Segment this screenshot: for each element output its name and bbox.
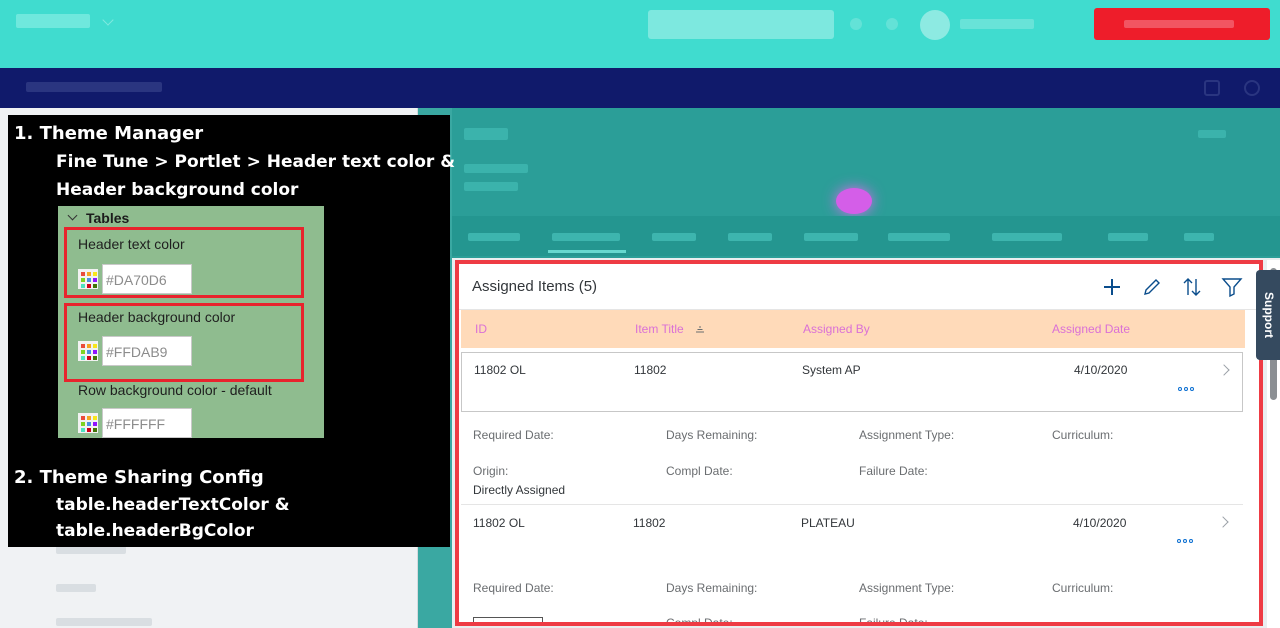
notifications-icon[interactable]: [886, 18, 898, 30]
days-remaining-label: Days Remaining:: [666, 428, 758, 442]
column-header-item-title[interactable]: Item Title: [635, 322, 705, 337]
add-icon: [1104, 279, 1120, 295]
more-options-icon[interactable]: [1178, 378, 1200, 391]
settings-icon[interactable]: [1204, 80, 1220, 96]
chevron-down-icon[interactable]: [67, 210, 78, 221]
origin-value: Directly Assigned: [473, 483, 566, 497]
sort-ascending-icon: [695, 323, 705, 337]
proxy-button[interactable]: [1094, 8, 1270, 40]
sort-button[interactable]: [1180, 275, 1204, 299]
tab[interactable]: [804, 233, 858, 241]
header-info: [464, 182, 518, 191]
tab[interactable]: [1184, 233, 1214, 241]
step2-title: 2. Theme Sharing Config: [14, 467, 264, 488]
card-header: Assigned Items (5): [459, 264, 1259, 310]
header-action[interactable]: [1198, 130, 1226, 138]
compl-date-label: Compl Date:: [666, 616, 733, 626]
cell-assigned-date: 4/10/2020: [1074, 363, 1128, 377]
tab[interactable]: [888, 233, 950, 241]
color-picker-icon[interactable]: [78, 413, 98, 433]
row-bg-color-input[interactable]: #FFFFFF: [102, 408, 192, 438]
step1-title: 1. Theme Manager: [14, 123, 204, 144]
curriculum-label: Curriculum:: [1052, 428, 1114, 442]
section-title: Tables: [86, 210, 130, 226]
column-header-assigned-date[interactable]: Assigned Date: [1052, 322, 1130, 336]
step2-line1: table.headerTextColor &: [56, 495, 290, 515]
column-header-id[interactable]: ID: [475, 322, 487, 336]
help-icon[interactable]: [1244, 80, 1260, 96]
highlight-box: [64, 303, 304, 382]
table-header: ID Item Title Assigned By Assigned Date: [461, 310, 1245, 348]
curriculum-label: Curriculum:: [1052, 581, 1114, 595]
origin-field-partial: [473, 617, 543, 622]
cell-item-title: 11802: [633, 516, 666, 530]
compl-date-label: Compl Date:: [666, 464, 733, 478]
search-icon[interactable]: [850, 18, 862, 30]
table-row[interactable]: 11802 OL 11802 PLATEAU 4/10/2020: [461, 505, 1243, 565]
header-info: [464, 164, 528, 173]
highlight-box: [64, 227, 304, 298]
cell-item-title: 11802: [634, 363, 667, 377]
failure-date-label: Failure Date:: [859, 616, 928, 626]
tab-active[interactable]: [552, 233, 620, 241]
user-name[interactable]: [960, 19, 1034, 29]
theme-manager-inset: Tables Header text color #DA70D6 Header …: [58, 206, 324, 438]
instruction-overlay: 1. Theme Manager Fine Tune > Portlet > H…: [8, 115, 455, 547]
more-options-icon[interactable]: [1177, 530, 1199, 543]
chevron-right-icon[interactable]: [1218, 364, 1230, 376]
page-title: [464, 128, 508, 140]
sort-icon: [1183, 278, 1201, 296]
assignment-type-label: Assignment Type:: [859, 428, 955, 442]
search-input[interactable]: [648, 10, 834, 39]
cell-assigned-date: 4/10/2020: [1073, 516, 1127, 530]
tab-bar: [452, 216, 1280, 256]
avatar[interactable]: [920, 10, 950, 40]
tab[interactable]: [468, 233, 520, 241]
tab-indicator: [548, 250, 626, 253]
edit-icon: [1144, 279, 1160, 295]
cell-id: 11802 OL: [473, 516, 525, 530]
tab[interactable]: [652, 233, 696, 241]
required-date-label: Required Date:: [473, 581, 554, 595]
chevron-down-icon[interactable]: [102, 14, 114, 26]
chevron-right-icon[interactable]: [1217, 516, 1229, 528]
support-tab[interactable]: Support: [1256, 270, 1280, 360]
table-row[interactable]: 11802 OL 11802 System AP 4/10/2020: [461, 352, 1243, 412]
days-remaining-label: Days Remaining:: [666, 581, 758, 595]
tab[interactable]: [728, 233, 772, 241]
cell-assigned-by: PLATEAU: [801, 516, 855, 530]
edit-button[interactable]: [1140, 275, 1164, 299]
column-header-label: Item Title: [635, 322, 684, 336]
tab[interactable]: [1108, 233, 1148, 241]
breadcrumb[interactable]: [26, 82, 162, 92]
card-title: Assigned Items (5): [472, 278, 598, 295]
column-header-assigned-by[interactable]: Assigned By: [803, 322, 870, 336]
step1-path-line1: Fine Tune > Portlet > Header text color …: [56, 152, 456, 172]
add-button[interactable]: [1100, 275, 1124, 299]
list-item[interactable]: [56, 618, 152, 626]
support-label: Support: [1262, 292, 1276, 338]
cell-assigned-by: System AP: [802, 363, 861, 377]
filter-button[interactable]: [1220, 275, 1244, 299]
list-item[interactable]: [56, 546, 126, 554]
row-bg-color-label: Row background color - default: [78, 382, 272, 398]
tab[interactable]: [992, 233, 1062, 241]
company-logo[interactable]: [16, 14, 90, 28]
required-date-label: Required Date:: [473, 428, 554, 442]
filter-icon: [1221, 278, 1243, 298]
shell-header: [0, 0, 1280, 68]
step2-line2: table.headerBgColor: [56, 521, 254, 541]
failure-date-label: Failure Date:: [859, 464, 928, 478]
list-item[interactable]: [56, 584, 96, 592]
assignment-type-label: Assignment Type:: [859, 581, 955, 595]
highlight-blob: [836, 188, 872, 214]
cell-id: 11802 OL: [474, 363, 526, 377]
assigned-items-card: Assigned Items (5) ID Item Title Assigne…: [455, 260, 1263, 626]
page-nav-bar: [0, 68, 1280, 108]
origin-label: Origin:: [473, 464, 509, 478]
step1-path-line2: Header background color: [56, 180, 299, 200]
